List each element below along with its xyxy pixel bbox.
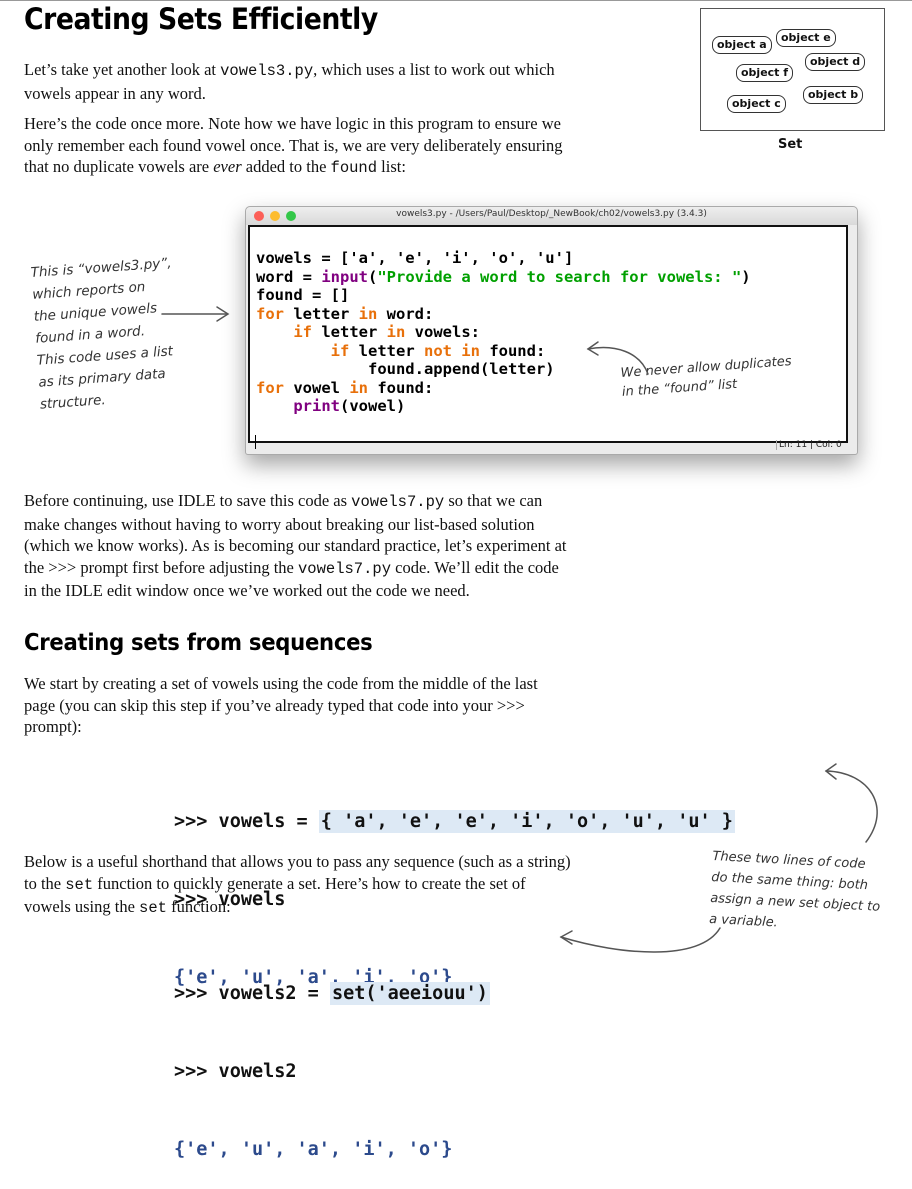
annotation-same-thing: These two lines of code do the same thin…	[709, 846, 883, 939]
curved-arrow-icon	[825, 770, 878, 843]
text: page (you can skip this step if you’ve a…	[24, 695, 525, 715]
curved-arrow-icon	[587, 346, 649, 375]
text: Below is a useful shorthand that allows …	[24, 852, 571, 871]
inline-code: set	[65, 875, 94, 894]
repl-input: >>> vowels2	[174, 1061, 297, 1082]
text: the >>> prompt first before adjusting th…	[24, 557, 298, 577]
text: function:	[166, 897, 231, 916]
inline-code: set	[139, 899, 167, 917]
text: function to quickly generate a set. Here…	[93, 873, 526, 893]
text: to the	[24, 873, 66, 893]
text: Before continuing, use IDLE to save this…	[24, 491, 352, 510]
text: so that we can	[444, 491, 543, 510]
text: code. We’ll edit the code	[391, 557, 559, 577]
text: vowels using the	[24, 897, 140, 916]
text: make changes without having to worry abo…	[24, 514, 535, 534]
section-heading: Creating sets from sequences	[24, 630, 373, 656]
text: (which we know works). As is becoming ou…	[24, 536, 567, 555]
paragraph-set-function: Below is a useful shorthand that allows …	[24, 851, 624, 920]
paragraph-save-as: Before continuing, use IDLE to save this…	[24, 490, 624, 602]
inline-code: vowels7.py	[297, 559, 391, 578]
inline-code: vowels7.py	[351, 493, 445, 511]
text: We start by creating a set of vowels usi…	[24, 674, 538, 693]
highlighted-code: { 'a', 'e', 'e', 'i', 'o', 'u', 'u' }	[318, 810, 735, 833]
highlighted-code: set('aeeiouu')	[329, 982, 490, 1005]
paragraph-create-set: We start by creating a set of vowels usi…	[24, 673, 624, 738]
text: prompt):	[24, 717, 82, 736]
repl-output: {'e', 'u', 'a', 'i', 'o'}	[174, 1139, 453, 1160]
repl-example-2: >>> vowels2 = set('aeeiouu') >>> vowels2…	[174, 929, 490, 1189]
repl-input: >>> vowels2 =	[174, 983, 330, 1004]
text: in the IDLE edit window once we’ve worke…	[24, 581, 470, 600]
repl-input: >>> vowels =	[174, 811, 319, 832]
